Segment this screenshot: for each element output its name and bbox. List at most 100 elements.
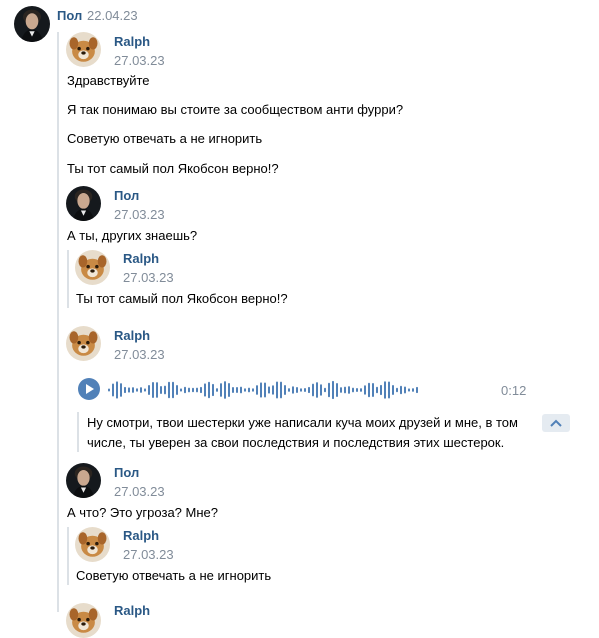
waveform-bar — [368, 382, 370, 398]
voice-waveform[interactable] — [108, 378, 426, 402]
sender-name[interactable]: Ralph — [114, 328, 150, 343]
waveform-bar — [160, 385, 162, 395]
waveform-bar — [128, 387, 130, 393]
quoted-sender-name[interactable]: Ralph — [123, 528, 159, 543]
waveform-bar — [144, 388, 146, 392]
waveform-bar — [120, 383, 122, 397]
message-date[interactable]: 27.03.23 — [114, 207, 165, 222]
waveform-bar — [208, 381, 210, 399]
ralph-avatar[interactable] — [66, 326, 101, 361]
ralph-avatar[interactable] — [66, 603, 101, 638]
waveform-bar — [216, 388, 218, 392]
waveform-bar — [360, 388, 362, 392]
message-text: А ты, других знаешь? — [67, 228, 198, 243]
waveform-bar — [176, 384, 178, 396]
waveform-bar — [308, 386, 310, 394]
waveform-bar — [332, 380, 334, 400]
quoted-sender-name[interactable]: Ralph — [123, 251, 159, 266]
message-date[interactable]: 27.03.23 — [114, 53, 165, 68]
waveform-bar — [168, 381, 170, 399]
waveform-bar — [300, 388, 302, 392]
waveform-bar — [276, 381, 278, 399]
waveform-bar — [256, 385, 258, 395]
waveform-bar — [320, 384, 322, 396]
quoted-message-date[interactable]: 27.03.23 — [123, 547, 174, 562]
waveform-bar — [344, 386, 346, 394]
waveform-bar — [136, 388, 138, 392]
message-date[interactable]: 27.03.23 — [114, 347, 165, 362]
message-date[interactable]: 27.03.23 — [114, 484, 165, 499]
waveform-bar — [124, 386, 126, 394]
waveform-bar — [272, 385, 274, 395]
waveform-bar — [404, 386, 406, 394]
waveform-bar — [232, 386, 234, 394]
waveform-bar — [376, 386, 378, 394]
waveform-bar — [164, 385, 166, 395]
forward-thread-bar — [57, 32, 59, 612]
ralph-avatar[interactable] — [66, 32, 101, 67]
quote-bar — [67, 527, 69, 585]
quote-bar — [67, 250, 69, 308]
waveform-bar — [156, 382, 158, 398]
waveform-bar — [416, 386, 418, 394]
message-text: Советую отвечать а не игнорить — [67, 131, 263, 146]
waveform-bar — [280, 381, 282, 399]
waveform-bar — [384, 381, 386, 399]
waveform-bar — [228, 383, 230, 397]
waveform-bar — [180, 388, 182, 392]
waveform-bar — [328, 382, 330, 398]
waveform-bar — [212, 383, 214, 397]
post-author-name[interactable]: Пол — [57, 8, 82, 23]
quoted-message-text: Советую отвечать а не игнорить — [76, 568, 272, 583]
waveform-bar — [192, 387, 194, 393]
waveform-bar — [268, 386, 270, 394]
waveform-bar — [240, 386, 242, 394]
waveform-bar — [392, 385, 394, 395]
waveform-bar — [400, 385, 402, 395]
post-author-avatar[interactable] — [14, 6, 50, 42]
waveform-bar — [352, 387, 354, 393]
waveform-bar — [196, 387, 198, 393]
chevron-up-icon — [550, 419, 562, 427]
sender-name[interactable]: Пол — [114, 188, 139, 203]
waveform-bar — [244, 388, 246, 392]
waveform-bar — [200, 386, 202, 394]
waveform-bar — [152, 382, 154, 398]
ralph-avatar[interactable] — [75, 250, 110, 285]
waveform-bar — [148, 384, 150, 396]
waveform-bar — [260, 382, 262, 398]
message-text: Здравствуйте — [67, 73, 150, 88]
post-date[interactable]: 22.04.23 — [87, 8, 138, 23]
waveform-bar — [396, 387, 398, 393]
sender-name[interactable]: Пол — [114, 465, 139, 480]
waveform-bar — [224, 381, 226, 399]
waveform-bar — [184, 386, 186, 394]
waveform-bar — [112, 383, 114, 397]
sender-name[interactable]: Ralph — [114, 34, 150, 49]
waveform-bar — [188, 387, 190, 393]
voice-transcript: Ну смотри, твои шестерки уже написали ку… — [87, 415, 518, 450]
waveform-bar — [316, 382, 318, 398]
message-text: Ты тот самый пол Якобсон верно!? — [67, 161, 279, 176]
waveform-bar — [412, 388, 414, 392]
quoted-message-date[interactable]: 27.03.23 — [123, 270, 174, 285]
waveform-bar — [336, 382, 338, 398]
play-voice-button[interactable] — [78, 378, 100, 400]
pol-avatar[interactable] — [66, 463, 101, 498]
sender-name[interactable]: Ralph — [114, 603, 150, 618]
pol-avatar[interactable] — [66, 186, 101, 221]
ralph-avatar[interactable] — [75, 527, 110, 562]
waveform-bar — [372, 382, 374, 398]
waveform-bar — [284, 384, 286, 396]
waveform-bar — [324, 387, 326, 393]
waveform-bar — [364, 385, 366, 395]
waveform-bar — [380, 384, 382, 396]
waveform-bar — [264, 382, 266, 398]
message-text: Я так понимаю вы стоите за сообществом а… — [67, 102, 404, 117]
waveform-bar — [304, 387, 306, 393]
waveform-bar — [236, 386, 238, 394]
waveform-bar — [132, 387, 134, 393]
waveform-bar — [252, 388, 254, 392]
waveform-bar — [220, 383, 222, 397]
collapse-transcript-button[interactable] — [542, 414, 570, 432]
